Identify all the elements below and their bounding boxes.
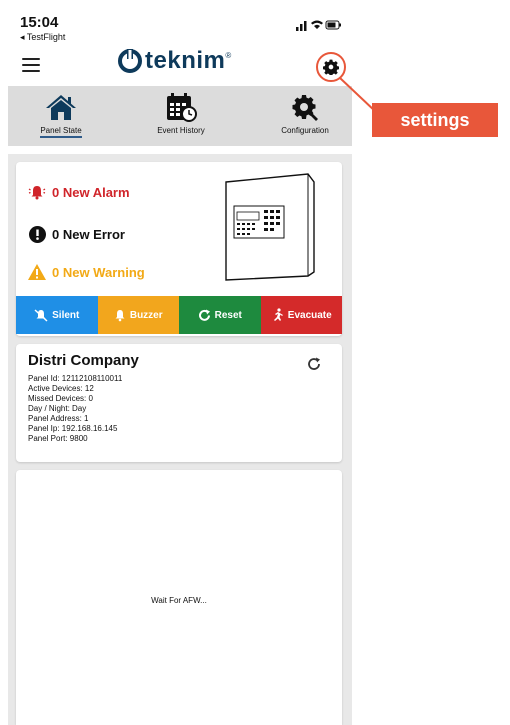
running-person-icon [273, 308, 283, 321]
afw-status-card: Wait For AFW... [16, 470, 342, 725]
day-night: Day / Night: Day [28, 404, 87, 413]
home-icon [46, 95, 76, 120]
silent-label: Silent [52, 309, 80, 321]
teknim-logo-mark-icon [118, 49, 142, 73]
warning-triangle-icon [28, 264, 46, 280]
hamburger-menu-icon[interactable] [22, 58, 40, 72]
evacuate-button[interactable]: Evacuate [260, 296, 342, 334]
panel-ip: Panel Ip: 192.168.16.145 [28, 424, 118, 433]
reset-button[interactable]: Reset [179, 296, 261, 334]
panel-details: Panel Id: 12112108110011 Active Devices:… [28, 374, 122, 444]
calendar-icon [167, 93, 197, 122]
error-status[interactable]: 0 New Error [28, 225, 125, 243]
buzzer-button[interactable]: Buzzer [97, 296, 179, 334]
gear-wrench-icon [292, 95, 318, 121]
settings-callout-label: settings [372, 103, 498, 137]
content-area: 0 New Alarm 0 New Error 0 New Warning Si… [8, 154, 352, 725]
tab-label: Event History [157, 126, 205, 135]
alarm-status[interactable]: 0 New Alarm [28, 183, 130, 201]
panel-id: Panel Id: 12112108110011 [28, 374, 123, 383]
buzzer-label: Buzzer [129, 309, 163, 321]
app-screen: 15:04 ◂ TestFlight teknim ® Panel State … [0, 0, 360, 725]
active-devices: Active Devices: 12 [28, 384, 94, 393]
status-time: 15:04 [20, 14, 59, 31]
company-name: Distri Company [28, 352, 139, 369]
refresh-icon[interactable] [306, 356, 322, 372]
wifi-icon [311, 20, 323, 29]
reset-arrow-icon [198, 309, 210, 321]
evacuate-label: Evacuate [287, 309, 332, 321]
reset-label: Reset [214, 309, 242, 321]
settings-button[interactable] [316, 52, 346, 82]
wait-message: Wait For AFW... [151, 596, 207, 605]
panel-port: Panel Port: 9800 [28, 434, 88, 443]
bell-slash-icon [34, 308, 48, 322]
signal-icon [296, 27, 299, 31]
tab-label: Configuration [281, 126, 329, 135]
alarm-count-text: 0 New Alarm [52, 184, 130, 200]
status-icons [296, 20, 341, 31]
tab-configuration[interactable]: Configuration [260, 86, 350, 146]
panel-address: Panel Address: 1 [28, 414, 89, 423]
alarm-bell-icon [28, 186, 46, 200]
tab-bar: Panel State Event History Configuration [8, 86, 352, 146]
buzzer-bell-icon [115, 309, 125, 321]
gear-icon [323, 59, 339, 75]
silent-button[interactable]: Silent [16, 296, 98, 334]
missed-devices: Missed Devices: 0 [28, 394, 93, 403]
fire-panel-illustration [225, 173, 315, 281]
testflight-back-link[interactable]: ◂ TestFlight [20, 32, 65, 43]
action-buttons: Silent Buzzer Reset Evacuate [16, 296, 342, 334]
exclamation-circle-icon [28, 225, 46, 243]
logo-text: teknim [145, 47, 226, 74]
warning-status[interactable]: 0 New Warning [28, 263, 145, 281]
tab-event-history[interactable]: Event History [136, 86, 226, 146]
error-count-text: 0 New Error [52, 226, 125, 242]
warning-count-text: 0 New Warning [52, 264, 145, 280]
registered-mark: ® [225, 50, 232, 60]
teknim-logo: teknim ® [118, 44, 231, 78]
tab-label: Panel State [40, 126, 82, 138]
tab-panel-state[interactable]: Panel State [16, 86, 106, 146]
panel-info-card: Distri Company Panel Id: 12112108110011 … [16, 344, 342, 462]
